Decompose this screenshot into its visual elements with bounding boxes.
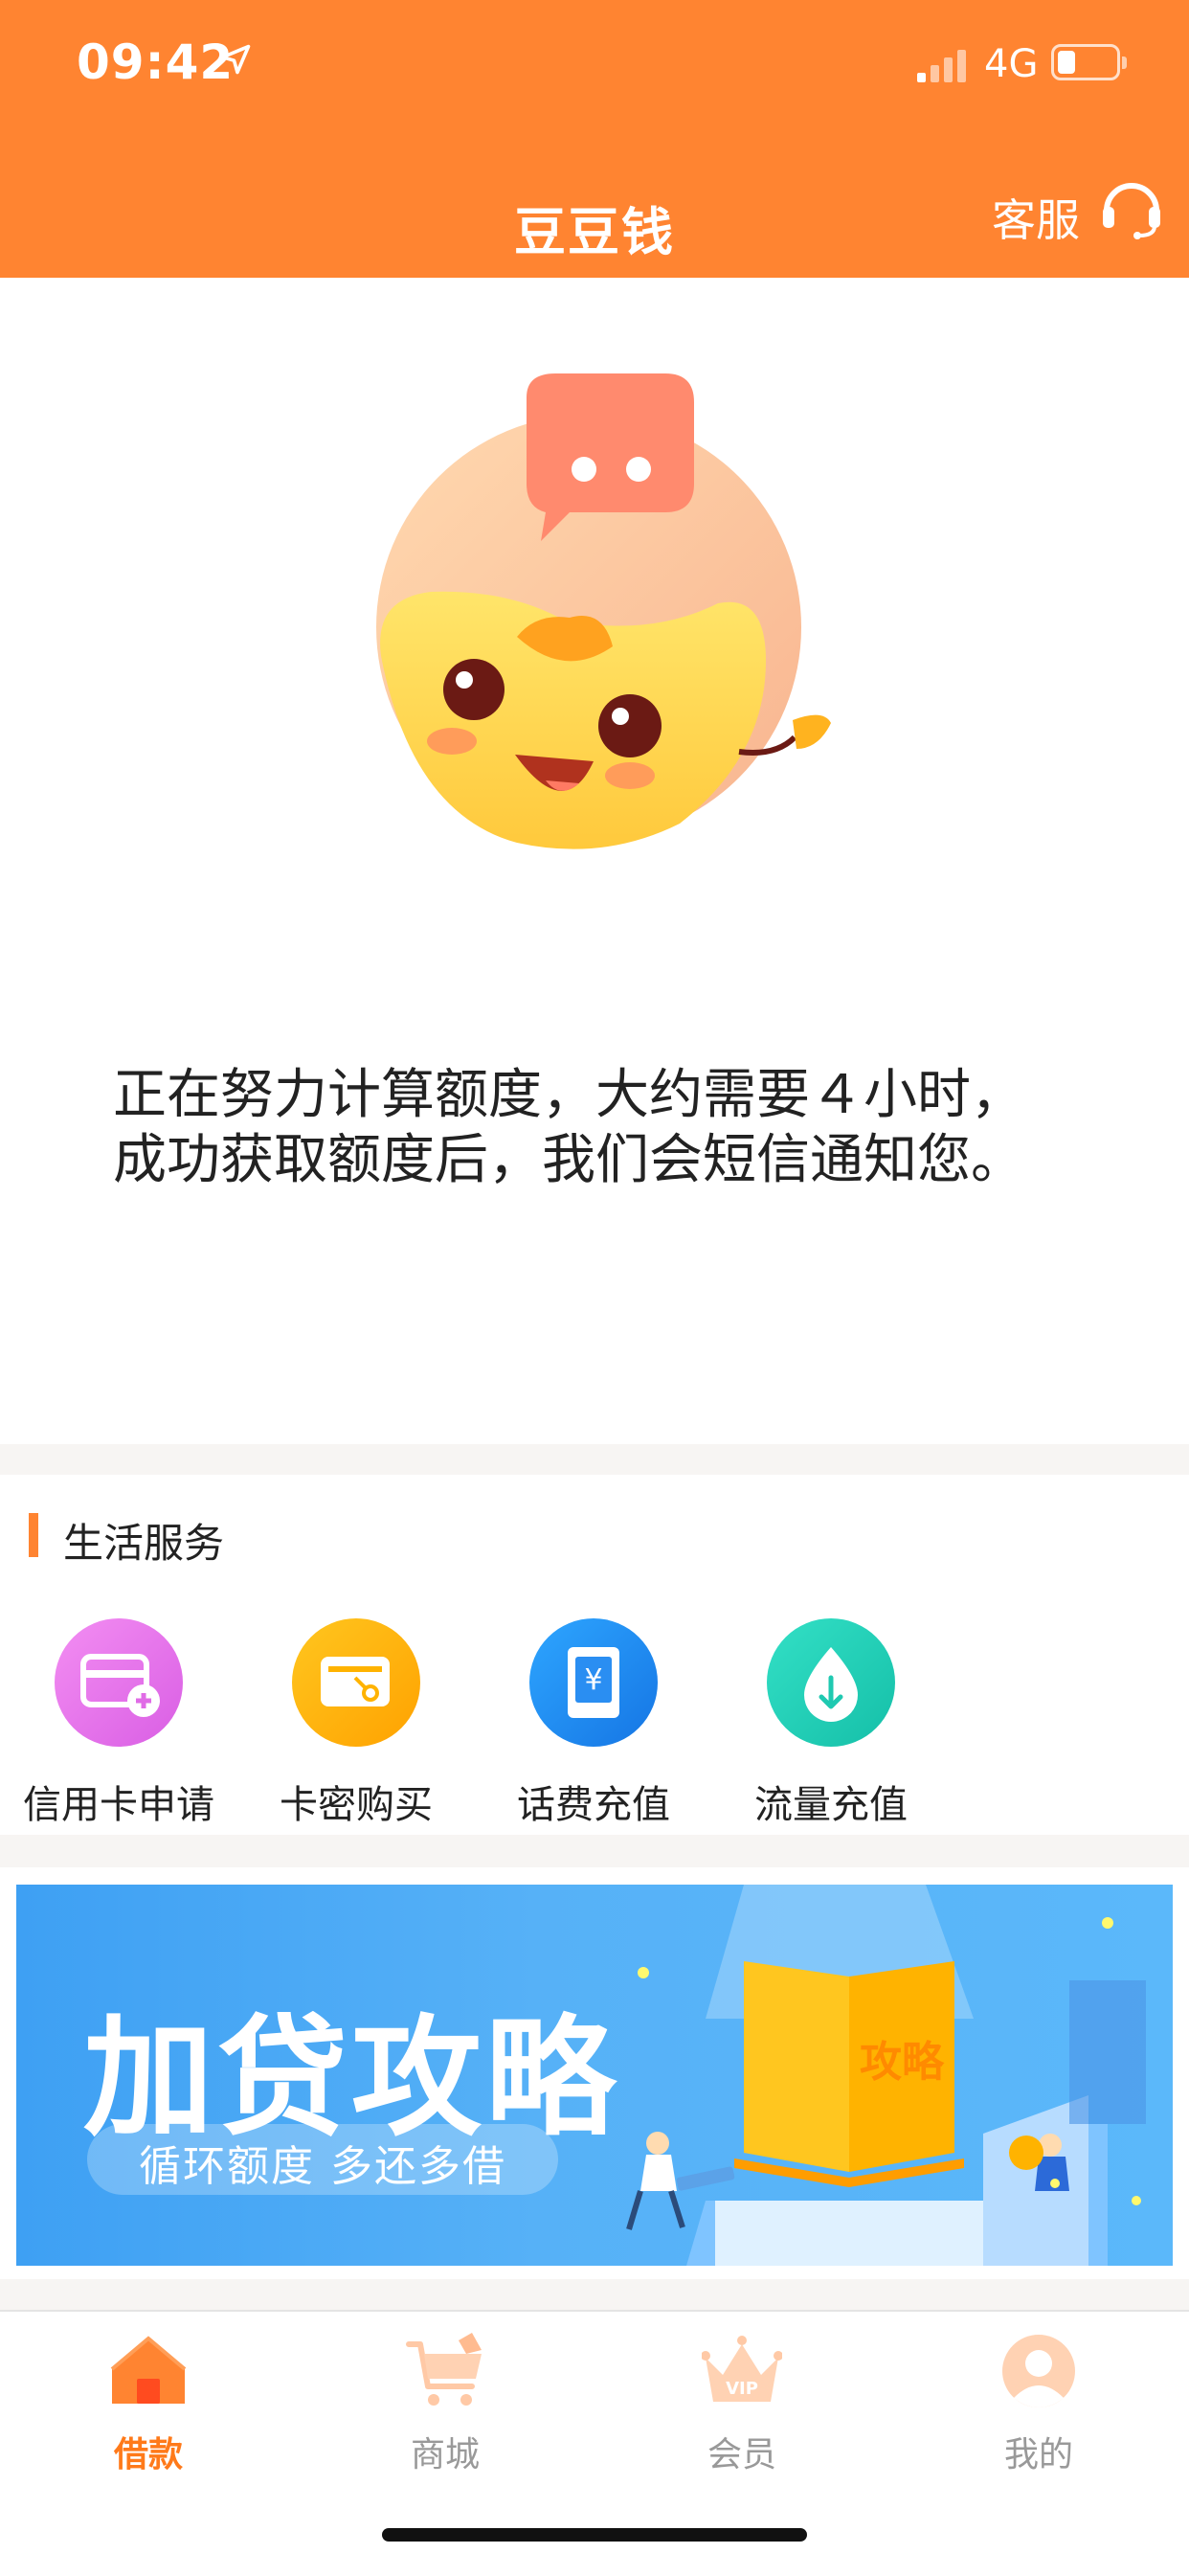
book-illustration: 攻略 <box>626 1885 1146 2266</box>
service-label: 卡密购买 <box>280 1783 433 1827</box>
location-arrow-icon <box>220 44 251 75</box>
network-type: 4G <box>984 42 1039 86</box>
headset-icon[interactable] <box>1097 172 1166 241</box>
banner-subtitle-pill: 循环额度 多还多借 <box>87 2124 558 2195</box>
service-credit-card[interactable]: 信用卡申请 <box>0 1618 237 1829</box>
banner-subtitle: 循环额度 多还多借 <box>139 2142 506 2191</box>
battery-icon <box>1051 44 1127 80</box>
section-divider <box>0 1835 1189 1867</box>
loan-strategy-banner[interactable]: 加贷攻略 循环额度 多还多借 攻略 <box>16 1885 1173 2266</box>
tab-mall[interactable]: 商城 <box>349 2331 541 2476</box>
customer-service-label[interactable]: 客服 <box>992 186 1080 249</box>
status-time: 09:42 <box>77 34 235 90</box>
bean-mascot-illustration <box>376 373 831 849</box>
section-divider <box>0 2279 1189 2310</box>
tab-label: 会员 <box>707 2435 776 2474</box>
home-icon[interactable] <box>108 2331 189 2411</box>
signal-strength-icon <box>917 50 966 82</box>
section-accent-bar <box>29 1513 38 1557</box>
section-divider <box>0 1444 1189 1475</box>
service-phone-bill[interactable]: ¥ 话费充值 <box>475 1618 712 1829</box>
user-icon[interactable] <box>998 2331 1079 2411</box>
data-drop-icon[interactable] <box>767 1618 895 1747</box>
credit-card-icon[interactable] <box>55 1618 183 1747</box>
life-services-header: 生活服务 <box>0 1475 1189 1599</box>
nav-bar: 豆豆钱 客服 <box>0 134 1189 278</box>
tab-label: 商城 <box>410 2435 480 2474</box>
service-label: 流量充值 <box>754 1783 908 1827</box>
home-indicator[interactable] <box>382 2528 807 2542</box>
service-card-key[interactable]: 卡密购买 <box>237 1618 475 1829</box>
section-title: 生活服务 <box>63 1520 225 1567</box>
tab-mine[interactable]: 我的 <box>943 2331 1134 2476</box>
service-label: 话费充值 <box>517 1783 670 1827</box>
service-label: 信用卡申请 <box>23 1783 214 1827</box>
book-text: 攻略 <box>860 2038 945 2087</box>
tab-loan[interactable]: 借款 <box>53 2331 244 2476</box>
crown-icon[interactable]: VIP <box>701 2331 783 2411</box>
status-message-line-1: 正在努力计算额度，大约需要４小时， <box>113 1064 1024 1126</box>
card-key-icon[interactable] <box>292 1618 420 1747</box>
cart-icon[interactable] <box>405 2331 485 2411</box>
tab-vip[interactable]: VIP 会员 <box>646 2331 838 2476</box>
tab-label: 借款 <box>113 2435 183 2474</box>
status-message: 正在努力计算额度，大约需要４小时， 成功获取额度后，我们会短信通知您。 <box>113 1063 1024 1193</box>
service-data-recharge[interactable]: 流量充值 <box>712 1618 950 1829</box>
vip-badge: VIP <box>726 2379 758 2399</box>
svg-text:¥: ¥ <box>584 1663 602 1697</box>
status-bar: 09:42 4G <box>0 0 1189 134</box>
phone-bill-icon[interactable]: ¥ <box>529 1618 658 1747</box>
tab-label: 我的 <box>1003 2435 1073 2474</box>
status-message-line-2: 成功获取额度后，我们会短信通知您。 <box>113 1129 1024 1191</box>
